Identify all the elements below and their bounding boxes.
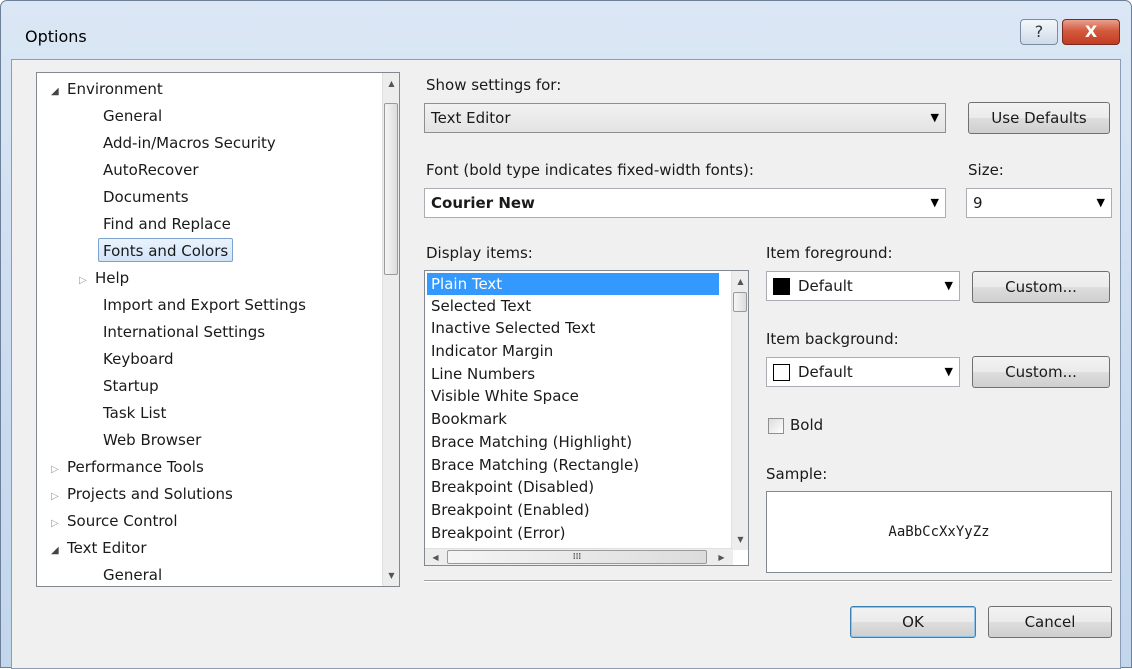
options-dialog: Options ? X ◢ Environment General Add-in/… <box>0 0 1132 669</box>
footer-separator <box>424 580 1112 582</box>
expand-icon[interactable]: ▷ <box>79 269 95 293</box>
tree-item-autorecover[interactable]: AutoRecover <box>103 158 199 182</box>
show-settings-value: Text Editor <box>431 109 511 127</box>
display-items-vertical-scrollbar[interactable]: ▲ ▼ <box>731 271 748 550</box>
tree-item-keyboard[interactable]: Keyboard <box>103 347 174 371</box>
expand-icon[interactable]: ▷ <box>51 512 67 536</box>
expand-icon[interactable]: ▷ <box>51 458 67 482</box>
close-icon: X <box>1084 22 1098 41</box>
foreground-color-swatch <box>773 278 790 295</box>
use-defaults-button[interactable]: Use Defaults <box>968 102 1110 134</box>
chevron-down-icon: ▼ <box>944 365 953 378</box>
tree-item-general[interactable]: General <box>103 104 162 128</box>
cancel-button[interactable]: Cancel <box>988 606 1112 638</box>
sample-label: Sample: <box>766 465 828 483</box>
scroll-down-icon[interactable]: ▼ <box>732 531 748 548</box>
display-items-horizontal-scrollbar[interactable]: ◀ ⁞⁞⁞ ▶ <box>425 548 733 565</box>
list-item[interactable]: Breakpoint (Disabled) <box>427 476 719 498</box>
show-settings-dropdown[interactable]: Text Editor ▼ <box>424 103 946 133</box>
display-items-list[interactable]: Plain Text Selected Text Inactive Select… <box>424 270 749 566</box>
bold-label[interactable]: Bold <box>790 416 823 434</box>
collapse-icon[interactable]: ◢ <box>51 539 67 563</box>
show-settings-label: Show settings for: <box>426 76 562 94</box>
font-value: Courier New <box>431 194 535 212</box>
list-item[interactable]: Selected Text <box>427 295 719 317</box>
size-value: 9 <box>973 194 983 212</box>
size-dropdown[interactable]: 9 ▼ <box>966 188 1112 218</box>
background-color-swatch <box>773 364 790 381</box>
tree-item-task-list[interactable]: Task List <box>103 401 166 425</box>
list-item[interactable]: Plain Text <box>427 273 719 295</box>
list-item[interactable]: Brace Matching (Highlight) <box>427 431 719 453</box>
scroll-up-icon[interactable]: ▲ <box>732 273 748 290</box>
scroll-down-icon[interactable]: ▼ <box>383 567 399 584</box>
tree-item-text-editor[interactable]: ◢ Text Editor <box>51 536 147 560</box>
list-item[interactable]: Line Numbers <box>427 363 719 385</box>
ok-button[interactable]: OK <box>850 606 976 638</box>
sample-preview: AaBbCcXxYyZz <box>766 491 1112 573</box>
font-label: Font (bold type indicates fixed-width fo… <box>426 161 754 179</box>
list-item[interactable]: Inactive Selected Text <box>427 317 719 339</box>
list-item[interactable]: Breakpoint (Error) <box>427 522 719 544</box>
expand-icon[interactable]: ▷ <box>51 485 67 509</box>
display-items-label: Display items: <box>426 244 533 262</box>
tree-item-web-browser[interactable]: Web Browser <box>103 428 201 452</box>
title-bar[interactable]: Options ? X <box>1 1 1131 63</box>
tree-item-addin-macros-security[interactable]: Add-in/Macros Security <box>103 131 276 155</box>
window-title: Options <box>25 27 87 46</box>
tree-item-source-control[interactable]: ▷ Source Control <box>51 509 178 533</box>
chevron-down-icon: ▼ <box>944 279 953 292</box>
item-foreground-label: Item foreground: <box>766 244 893 262</box>
bold-checkbox[interactable] <box>768 418 784 434</box>
tree-item-environment[interactable]: ◢ Environment <box>51 77 163 101</box>
list-item[interactable]: Bookmark <box>427 408 719 430</box>
display-items-hscroll-thumb[interactable]: ⁞⁞⁞ <box>447 550 707 564</box>
list-item[interactable]: Brace Matching (Rectangle) <box>427 454 719 476</box>
chevron-down-icon: ▼ <box>930 111 939 124</box>
item-background-dropdown[interactable]: Default ▼ <box>766 357 960 387</box>
tree-item-international-settings[interactable]: International Settings <box>103 320 265 344</box>
display-items-scroll-thumb[interactable] <box>733 292 747 312</box>
item-foreground-value: Default <box>798 277 853 295</box>
tree-item-performance-tools[interactable]: ▷ Performance Tools <box>51 455 204 479</box>
tree-item-text-editor-general[interactable]: General <box>103 563 162 586</box>
background-custom-button[interactable]: Custom... <box>972 356 1110 388</box>
scroll-left-icon[interactable]: ◀ <box>427 549 444 565</box>
chevron-down-icon: ▼ <box>930 196 939 209</box>
font-dropdown[interactable]: Courier New ▼ <box>424 188 946 218</box>
options-tree[interactable]: ◢ Environment General Add-in/Macros Secur… <box>36 72 400 587</box>
tree-vertical-scrollbar[interactable]: ▲ ▼ <box>382 73 399 586</box>
list-item[interactable]: Indicator Margin <box>427 340 719 362</box>
tree-item-fonts-and-colors[interactable]: Fonts and Colors <box>98 238 234 262</box>
tree-item-documents[interactable]: Documents <box>103 185 189 209</box>
size-label: Size: <box>968 161 1004 179</box>
dialog-client-area: ◢ Environment General Add-in/Macros Secur… <box>11 59 1121 669</box>
tree-item-projects-and-solutions[interactable]: ▷ Projects and Solutions <box>51 482 233 506</box>
list-item[interactable]: Visible White Space <box>427 385 719 407</box>
scroll-up-icon[interactable]: ▲ <box>383 75 399 92</box>
tree-item-help[interactable]: ▷ Help <box>79 266 129 290</box>
tree-scroll-thumb[interactable] <box>384 103 398 275</box>
item-foreground-dropdown[interactable]: Default ▼ <box>766 271 960 301</box>
collapse-icon[interactable]: ◢ <box>51 80 67 104</box>
help-icon: ? <box>1034 22 1044 41</box>
tree-item-import-export-settings[interactable]: Import and Export Settings <box>103 293 306 317</box>
foreground-custom-button[interactable]: Custom... <box>972 271 1110 303</box>
item-background-label: Item background: <box>766 330 899 348</box>
tree-item-startup[interactable]: Startup <box>103 374 159 398</box>
help-button[interactable]: ? <box>1020 19 1058 45</box>
close-button[interactable]: X <box>1062 19 1120 45</box>
chevron-down-icon: ▼ <box>1096 196 1105 209</box>
item-background-value: Default <box>798 363 853 381</box>
list-item[interactable]: Breakpoint (Enabled) <box>427 499 719 521</box>
scroll-right-icon[interactable]: ▶ <box>713 549 730 565</box>
tree-item-find-and-replace[interactable]: Find and Replace <box>103 212 231 236</box>
